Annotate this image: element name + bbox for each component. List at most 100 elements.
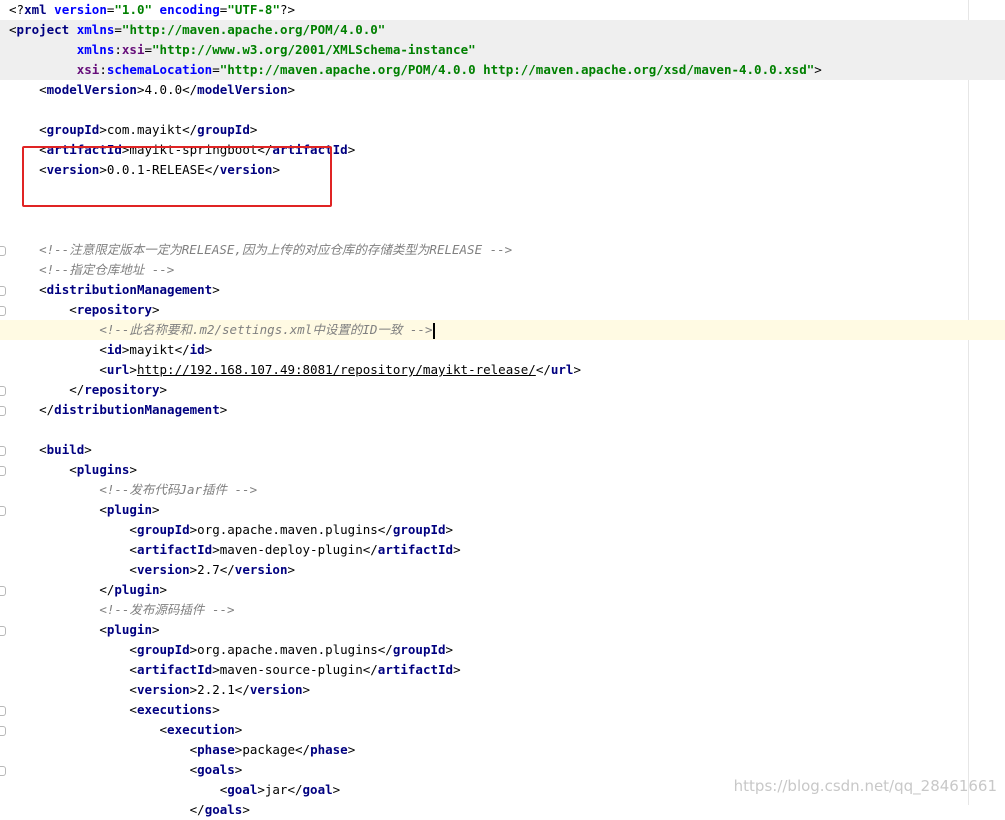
code-line[interactable]: <version>2.2.1</version> xyxy=(0,680,1005,700)
code-token: plugin xyxy=(114,582,160,597)
code-token: > xyxy=(453,542,461,557)
code-line[interactable]: </distributionManagement> xyxy=(0,400,1005,420)
code-line[interactable]: <build> xyxy=(0,440,1005,460)
code-text: <!--注意限定版本一定为RELEASE,因为上传的对应仓库的存储类型为RELE… xyxy=(9,240,512,260)
code-line[interactable]: <!--注意限定版本一定为RELEASE,因为上传的对应仓库的存储类型为RELE… xyxy=(0,240,1005,260)
code-line[interactable]: <executions> xyxy=(0,700,1005,720)
code-token: plugins xyxy=(76,462,130,477)
fold-marker-icon[interactable] xyxy=(0,386,6,396)
code-token: groupId xyxy=(46,122,100,137)
code-line[interactable]: <modelVersion>4.0.0</modelVersion> xyxy=(0,80,1005,100)
code-token: > xyxy=(453,662,461,677)
code-line[interactable]: <?xml version="1.0" encoding="UTF-8"?> xyxy=(0,0,1005,20)
code-text: <repository> xyxy=(9,300,159,320)
code-line[interactable]: <plugin> xyxy=(0,500,1005,520)
code-token: >org.apache.maven.plugins</ xyxy=(189,642,393,657)
code-line[interactable]: xmlns:xsi="http://www.w3.org/2001/XMLSch… xyxy=(0,40,1005,60)
code-line[interactable]: xsi:schemaLocation="http://maven.apache.… xyxy=(0,60,1005,80)
code-line[interactable]: <repository> xyxy=(0,300,1005,320)
code-token: < xyxy=(129,682,137,697)
code-line[interactable]: <!--指定仓库地址 --> xyxy=(0,260,1005,280)
code-line[interactable]: <phase>package</phase> xyxy=(0,740,1005,760)
code-token: encoding xyxy=(159,2,220,17)
code-token: plugin xyxy=(106,622,152,637)
code-line[interactable]: </repository> xyxy=(0,380,1005,400)
code-line[interactable]: <version>2.7</version> xyxy=(0,560,1005,580)
code-text: <!--发布源码插件 --> xyxy=(9,600,234,620)
fold-marker-icon[interactable] xyxy=(0,766,6,776)
fold-marker-icon[interactable] xyxy=(0,586,6,596)
code-line[interactable]: <groupId>com.mayikt</groupId> xyxy=(0,120,1005,140)
code-token: groupId xyxy=(197,122,250,137)
fold-marker-icon[interactable] xyxy=(0,466,6,476)
code-token: url xyxy=(106,362,130,377)
fold-marker-icon[interactable] xyxy=(0,306,6,316)
code-token: distributionManagement xyxy=(54,402,220,417)
code-token: > xyxy=(302,682,311,697)
code-token: > xyxy=(573,362,581,377)
code-token: </ xyxy=(99,582,115,597)
code-line[interactable]: <groupId>org.apache.maven.plugins</group… xyxy=(0,640,1005,660)
code-line[interactable]: </plugin> xyxy=(0,580,1005,600)
code-token: > xyxy=(332,782,341,797)
code-line[interactable]: <plugin> xyxy=(0,620,1005,640)
code-token: > xyxy=(347,142,356,157)
code-line[interactable]: <!--此名称要和.m2/settings.xml中设置的ID一致 --> xyxy=(0,320,1005,340)
code-editor[interactable]: <?xml version="1.0" encoding="UTF-8"?> <p… xyxy=(0,0,1005,817)
code-text: <version>2.7</version> xyxy=(9,560,295,580)
code-token: > xyxy=(129,462,137,477)
code-line[interactable]: <distributionManagement> xyxy=(0,280,1005,300)
code-token: groupId xyxy=(136,642,190,657)
code-token: > xyxy=(234,762,243,777)
fold-marker-icon[interactable] xyxy=(0,506,6,516)
code-line[interactable]: <artifactId>maven-deploy-plugin</artifac… xyxy=(0,540,1005,560)
code-line[interactable]: <project xmlns="http://maven.apache.org/… xyxy=(0,20,1005,40)
code-line[interactable]: <groupId>org.apache.maven.plugins</group… xyxy=(0,520,1005,540)
code-line[interactable] xyxy=(0,100,1005,120)
code-line[interactable] xyxy=(0,420,1005,440)
code-line[interactable]: <!--发布代码Jar插件 --> xyxy=(0,480,1005,500)
code-text: <groupId>org.apache.maven.plugins</group… xyxy=(9,520,453,540)
fold-marker-icon[interactable] xyxy=(0,406,6,416)
code-line[interactable]: <url>http://192.168.107.49:8081/reposito… xyxy=(0,360,1005,380)
code-token: < xyxy=(129,642,137,657)
fold-marker-icon[interactable] xyxy=(0,246,6,256)
code-line[interactable]: <!--发布源码插件 --> xyxy=(0,600,1005,620)
code-token: </ xyxy=(69,382,85,397)
code-token: goal xyxy=(227,782,258,797)
code-token: < xyxy=(69,302,77,317)
code-text: <!--指定仓库地址 --> xyxy=(9,260,174,280)
code-token: < xyxy=(39,282,47,297)
code-token: build xyxy=(46,442,85,457)
code-line[interactable]: <execution> xyxy=(0,720,1005,740)
watermark-text: https://blog.csdn.net/qq_28461661 xyxy=(733,777,997,795)
code-token: distributionManagement xyxy=(46,282,213,297)
code-line[interactable]: <plugins> xyxy=(0,460,1005,480)
code-token: = xyxy=(114,22,122,37)
fold-marker-icon[interactable] xyxy=(0,446,6,456)
code-text: <build> xyxy=(9,440,92,460)
fold-marker-icon[interactable] xyxy=(0,626,6,636)
code-token: "http://www.w3.org/2001/XMLSchema-instan… xyxy=(152,42,476,57)
code-text: </plugin> xyxy=(9,580,167,600)
fold-marker-icon[interactable] xyxy=(0,286,6,296)
code-token: xmlns xyxy=(76,42,115,57)
code-token: < xyxy=(39,442,47,457)
fold-marker-icon[interactable] xyxy=(0,706,6,716)
fold-marker-icon[interactable] xyxy=(0,726,6,736)
code-line[interactable] xyxy=(0,220,1005,240)
code-line[interactable]: <id>mayikt</id> xyxy=(0,340,1005,360)
code-line[interactable]: </goals> xyxy=(0,800,1005,820)
code-line[interactable]: <artifactId>maven-source-plugin</artifac… xyxy=(0,660,1005,680)
code-token: > xyxy=(242,802,250,817)
code-token: >4.0.0</ xyxy=(136,82,198,97)
code-text: <groupId>org.apache.maven.plugins</group… xyxy=(9,640,453,660)
